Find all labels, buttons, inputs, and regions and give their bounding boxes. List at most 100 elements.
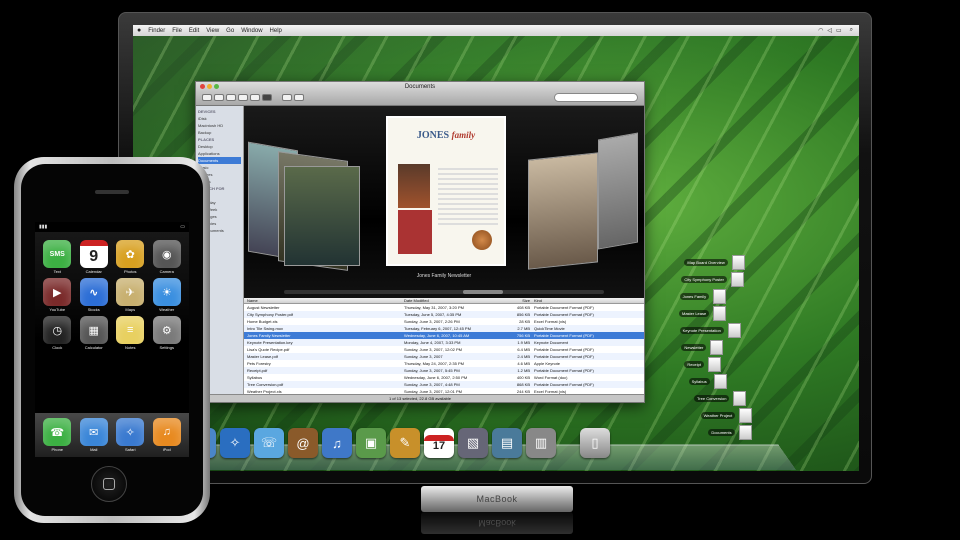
app-calendar[interactable]: 9 Calendar bbox=[76, 240, 113, 274]
app-camera[interactable]: ◉ Camera bbox=[149, 240, 186, 274]
calendar-icon[interactable]: 17 bbox=[424, 428, 454, 458]
menu-view[interactable]: View bbox=[206, 28, 219, 34]
ichat-icon[interactable]: ☏ bbox=[254, 428, 284, 458]
table-row[interactable]: Home Budget.xls Sunday, June 3, 2007, 2:2… bbox=[244, 318, 644, 325]
stack-item[interactable]: Master Lease bbox=[679, 306, 727, 321]
quicklook-button[interactable] bbox=[282, 94, 292, 101]
app-text[interactable]: SMS Text bbox=[39, 240, 76, 274]
text-icon[interactable]: SMS bbox=[43, 240, 72, 268]
home-button[interactable] bbox=[91, 466, 127, 502]
coverflow-item[interactable] bbox=[284, 166, 360, 266]
table-row[interactable]: August Newsletter Thursday, May 31, 2007,… bbox=[244, 304, 644, 311]
column-view-button[interactable] bbox=[250, 94, 260, 101]
sidebar-item[interactable]: Backup bbox=[198, 129, 241, 136]
app-stocks[interactable]: ∿ Stocks bbox=[76, 278, 113, 312]
menu-go[interactable]: Go bbox=[226, 28, 234, 34]
app-weather[interactable]: ☀ Weather bbox=[149, 278, 186, 312]
menu-help[interactable]: Help bbox=[270, 28, 282, 34]
volume-icon[interactable]: ◁ bbox=[827, 27, 832, 34]
list-view-button[interactable] bbox=[238, 94, 248, 101]
apple-menu-icon[interactable]: ● bbox=[137, 27, 141, 34]
app-clock[interactable]: ◷ Clock bbox=[39, 316, 76, 350]
table-row[interactable]: Pets Forestry Thursday, May 24, 2007, 2:3… bbox=[244, 360, 644, 367]
sidebar-item[interactable]: iDisk bbox=[198, 115, 241, 122]
trash-icon[interactable]: ▯ bbox=[580, 428, 610, 458]
stack-item[interactable]: Tree Conversion bbox=[694, 391, 747, 406]
search-input[interactable] bbox=[554, 93, 638, 102]
notes-icon[interactable]: ≡ bbox=[116, 316, 145, 344]
coverflow-item[interactable] bbox=[528, 152, 598, 270]
app-maps[interactable]: ✈ Maps bbox=[112, 278, 149, 312]
app-notes[interactable]: ≡ Notes bbox=[112, 316, 149, 350]
table-row[interactable]: Receipt.pdf Sunday, June 3, 2007, 5:45 PM… bbox=[244, 367, 644, 374]
preview-icon[interactable]: ▧ bbox=[458, 428, 488, 458]
iwork-icon[interactable]: ✎ bbox=[390, 428, 420, 458]
app-phone[interactable]: ☎ Phone bbox=[43, 418, 72, 452]
stack-item[interactable]: Weather Project bbox=[700, 408, 753, 423]
battery-icon[interactable]: ▭ bbox=[836, 27, 842, 34]
coverflow-scroll-thumb[interactable] bbox=[463, 290, 504, 294]
back-button[interactable] bbox=[202, 94, 212, 101]
calculator-icon[interactable]: ▦ bbox=[79, 316, 108, 344]
app-ipod[interactable]: ♫ iPod bbox=[152, 418, 181, 452]
table-row[interactable]: Master Lease.pdf Sunday, June 3, 2007 2.4 … bbox=[244, 353, 644, 360]
table-row[interactable]: Tree Conversion.pdf Sunday, June 3, 2007,… bbox=[244, 381, 644, 388]
column-header-size[interactable]: Size bbox=[494, 298, 534, 303]
ipod-icon[interactable]: ♫ bbox=[152, 418, 181, 446]
action-button[interactable] bbox=[294, 94, 304, 101]
table-row[interactable]: Syllabus Wednesday, June 6, 2007, 2:50 PM… bbox=[244, 374, 644, 381]
sidebar-item[interactable]: Applications bbox=[198, 150, 241, 157]
coverflow-selected-document[interactable]: JONES family bbox=[386, 116, 506, 266]
table-row[interactable]: City Symphony Poster.pdf Tuesday, June 5,… bbox=[244, 311, 644, 318]
app-settings[interactable]: ⚙ Settings bbox=[149, 316, 186, 350]
app-mail[interactable]: ✉ Mail bbox=[79, 418, 108, 452]
table-row[interactable]: Keynote Presentation.key Monday, June 4, … bbox=[244, 339, 644, 346]
stack-item[interactable]: Receipt bbox=[684, 357, 721, 372]
column-header-date[interactable]: Date Modified bbox=[404, 298, 494, 303]
app-safari[interactable]: ✧ Safari bbox=[116, 418, 145, 452]
stack-item[interactable]: Newsletter bbox=[681, 340, 724, 355]
iphoto-icon[interactable]: ▣ bbox=[356, 428, 386, 458]
sidebar-item[interactable]: Documents bbox=[198, 157, 241, 164]
app-photos[interactable]: ✿ Photos bbox=[112, 240, 149, 274]
menu-window[interactable]: Window bbox=[241, 28, 262, 34]
photos-icon[interactable]: ✿ bbox=[116, 240, 145, 268]
clock-icon[interactable]: ◷ bbox=[43, 316, 72, 344]
menu-edit[interactable]: Edit bbox=[189, 28, 199, 34]
forward-button[interactable] bbox=[214, 94, 224, 101]
wifi-icon[interactable]: ◠ bbox=[818, 27, 823, 34]
sidebar-item[interactable]: Desktop bbox=[198, 143, 241, 150]
camera-icon[interactable]: ◉ bbox=[152, 240, 181, 268]
stocks-icon[interactable]: ∿ bbox=[79, 278, 108, 306]
column-header-kind[interactable]: Kind bbox=[534, 298, 644, 303]
stack-item[interactable]: City Symphony Poster bbox=[681, 272, 744, 287]
finder-titlebar[interactable]: Documents bbox=[196, 82, 644, 106]
table-row[interactable]: Intro Tile Swing.mov Tuesday, February 6,… bbox=[244, 325, 644, 332]
safari-icon[interactable]: ✧ bbox=[220, 428, 250, 458]
coverflow-item[interactable] bbox=[598, 132, 638, 250]
menu-finder[interactable]: Finder bbox=[148, 28, 165, 34]
safari-icon[interactable]: ✧ bbox=[116, 418, 145, 446]
icon-view-button[interactable] bbox=[226, 94, 236, 101]
stack-icon[interactable]: ▥ bbox=[526, 428, 556, 458]
table-row[interactable]: Lisa's Quote Recipe.pdf Sunday, June 3, 2… bbox=[244, 346, 644, 353]
youtube-icon[interactable]: ▶ bbox=[43, 278, 72, 306]
stack-item[interactable]: Syllabus bbox=[688, 374, 727, 389]
spotlight-search-icon[interactable]: ⌕ bbox=[850, 27, 853, 34]
mail-icon[interactable]: ✉ bbox=[79, 418, 108, 446]
coverflow-view-button[interactable] bbox=[262, 94, 272, 101]
maps-icon[interactable]: ✈ bbox=[116, 278, 145, 306]
stack-item[interactable]: Map Board Overview bbox=[684, 255, 745, 270]
coverflow-view[interactable]: JONES family Jones Family Newsletter bbox=[244, 106, 644, 298]
column-header-name[interactable]: Name bbox=[244, 298, 404, 303]
phone-icon[interactable]: ☎ bbox=[43, 418, 72, 446]
stack-item[interactable]: Documents bbox=[708, 425, 752, 440]
sidebar-item[interactable]: Macintosh HD bbox=[198, 122, 241, 129]
app-calculator[interactable]: ▦ Calculator bbox=[76, 316, 113, 350]
photos-icon[interactable]: ▤ bbox=[492, 428, 522, 458]
coverflow-scrollbar[interactable] bbox=[284, 290, 604, 294]
settings-icon[interactable]: ⚙ bbox=[152, 316, 181, 344]
itunes-icon[interactable]: ♫ bbox=[322, 428, 352, 458]
weather-icon[interactable]: ☀ bbox=[152, 278, 181, 306]
app-youtube[interactable]: ▶ YouTube bbox=[39, 278, 76, 312]
